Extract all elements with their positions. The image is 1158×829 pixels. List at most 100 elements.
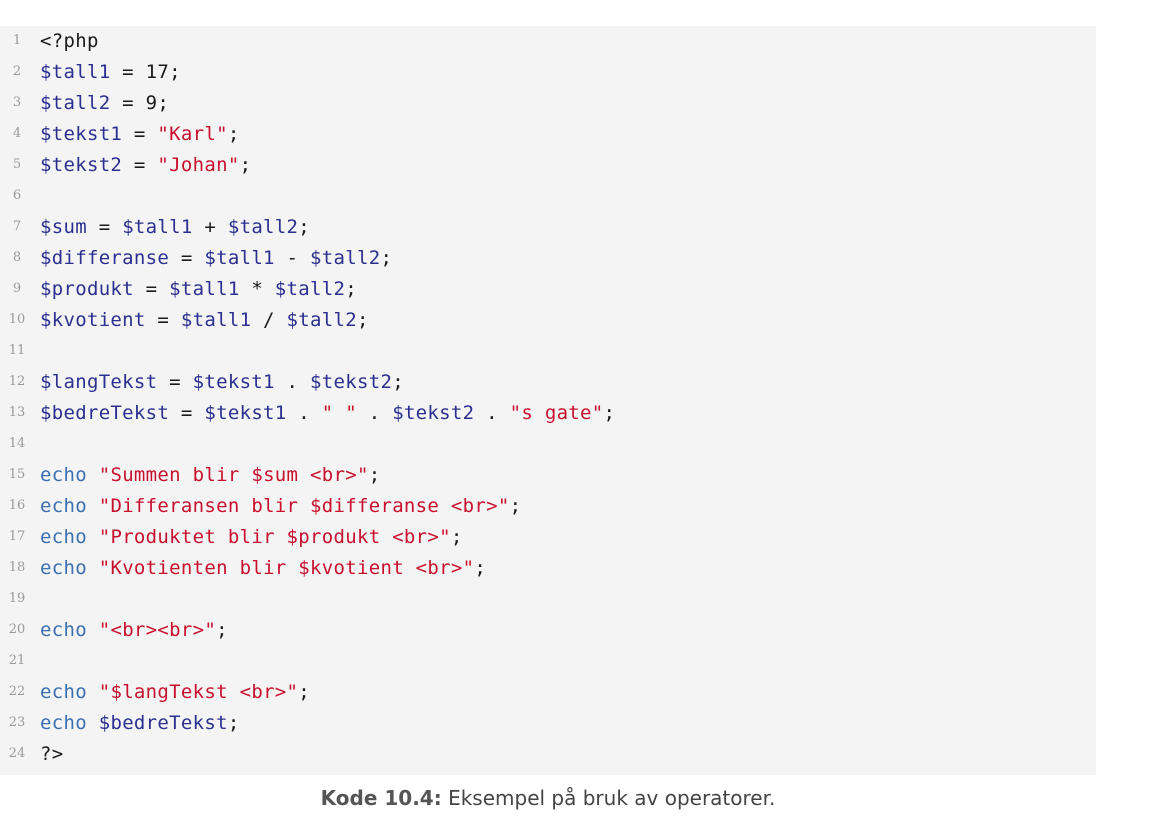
code-caption: Kode 10.4: Eksempel på bruk av operatore… (0, 786, 1096, 810)
code-line: 5 $tekst2 = "Johan"; (0, 150, 1096, 180)
code-token: $tekst1 (204, 402, 287, 424)
code-token: ; (450, 526, 463, 548)
code-token: $produkt (40, 278, 134, 300)
line-number: 15 (8, 467, 26, 482)
code-token: $tall1 (169, 278, 240, 300)
code-token: $bedreTekst (98, 712, 228, 734)
code-token: . (356, 402, 393, 424)
code-token: "$langTekst <br>" (98, 681, 299, 703)
line-number: 12 (8, 374, 26, 389)
code-token: echo (40, 557, 87, 579)
code-line: 7 $sum = $tall1 + $tall2; (0, 212, 1096, 242)
code-token: = (169, 402, 205, 424)
code-text: echo "Summen blir $sum <br>"; (40, 460, 380, 490)
line-number: 8 (12, 250, 22, 265)
code-line: 17 echo "Produktet blir $produkt <br>"; (0, 522, 1096, 552)
code-text: $kvotient = $tall1 / $tall2; (40, 305, 369, 335)
line-number: 17 (8, 529, 26, 544)
code-line: 10 $kvotient = $tall1 / $tall2; (0, 305, 1096, 335)
code-line: 13 $bedreTekst = $tekst1 . " " . $tekst2 … (0, 398, 1096, 428)
code-token: . (274, 371, 311, 393)
code-token: = (157, 371, 193, 393)
code-token: = (169, 247, 205, 269)
code-token: - (274, 247, 311, 269)
code-line: 6 (0, 181, 1096, 211)
code-listing: 1 <?php 2 $tall1 = 17; 3 $tall2 = 9; 4 $tekst1 … (0, 26, 1096, 775)
code-token: $tekst2 (310, 371, 393, 393)
code-token: = (122, 154, 158, 176)
code-line: 4 $tekst1 = "Karl"; (0, 119, 1096, 149)
code-token: $tall2 (310, 247, 381, 269)
code-text: echo "$langTekst <br>"; (40, 677, 310, 707)
code-text: echo "Kvotienten blir $kvotient <br>"; (40, 553, 486, 583)
code-token: echo (40, 464, 87, 486)
code-token: echo (40, 526, 87, 548)
code-text: echo $bedreTekst; (40, 708, 240, 738)
code-token: = 17; (110, 61, 181, 83)
code-token: ; (392, 371, 404, 393)
line-number: 1 (12, 33, 22, 48)
line-number: 13 (8, 405, 26, 420)
code-line: 16 echo "Differansen blir $differanse <br… (0, 491, 1096, 521)
code-line: 1 <?php (0, 26, 1096, 56)
code-line: 11 (0, 336, 1096, 366)
code-token: $tekst2 (40, 154, 123, 176)
code-text: $differanse = $tall1 - $tall2; (40, 243, 392, 273)
line-number: 6 (12, 188, 22, 203)
code-text: echo "<br><br>"; (40, 615, 228, 645)
code-token: "s gate" (509, 402, 604, 424)
code-token: ?> (40, 743, 64, 765)
code-line: 12 $langTekst = $tekst1 . $tekst2; (0, 367, 1096, 397)
line-number: 4 (12, 126, 22, 141)
code-token: $tall2 (274, 278, 346, 300)
code-token: $kvotient (40, 309, 146, 331)
code-line: 3 $tall2 = 9; (0, 88, 1096, 118)
code-token: "Differansen blir $differanse <br>" (98, 495, 510, 517)
code-token: = 9; (110, 92, 170, 114)
code-token: ; (509, 495, 522, 517)
code-token: ; (298, 216, 311, 238)
code-token: ; (345, 278, 357, 300)
code-token: " " (321, 402, 357, 424)
line-number: 16 (8, 498, 26, 513)
line-number: 18 (8, 560, 26, 575)
code-token: ; (603, 402, 616, 424)
line-number: 3 (12, 95, 22, 110)
code-token: ; (216, 619, 228, 641)
code-text: $tall1 = 17; (40, 57, 181, 87)
code-token: $sum (40, 216, 87, 238)
code-line: 2 $tall1 = 17; (0, 57, 1096, 87)
code-text: $tekst1 = "Karl"; (40, 119, 240, 149)
code-token: $tall1 (180, 309, 252, 331)
code-token: echo (40, 712, 87, 734)
code-token: $differanse (40, 247, 170, 269)
code-token: "<br><br>" (98, 619, 217, 641)
line-number: 2 (12, 64, 22, 79)
code-text: $tekst2 = "Johan"; (40, 150, 251, 180)
line-number: 20 (8, 622, 26, 637)
code-token: "Kvotienten blir $kvotient <br>" (98, 557, 475, 579)
code-line: 18 echo "Kvotienten blir $kvotient <br>"; (0, 553, 1096, 583)
code-token: . (474, 402, 510, 424)
code-line: 23 echo $bedreTekst; (0, 708, 1096, 738)
code-line: 22 echo "$langTekst <br>"; (0, 677, 1096, 707)
code-text: echo "Differansen blir $differanse <br>"… (40, 491, 521, 521)
code-token: $tall1 (40, 61, 111, 83)
code-line: 9 $produkt = $tall1 * $tall2; (0, 274, 1096, 304)
code-token: $tall2 (40, 92, 111, 114)
code-token: ; (239, 154, 252, 176)
code-token: echo (40, 619, 87, 641)
code-token: "Karl" (157, 123, 228, 145)
code-token: + (192, 216, 228, 238)
code-token: ; (356, 309, 369, 331)
line-number: 14 (8, 436, 26, 451)
caption-text: Eksempel på bruk av operatorer. (441, 786, 776, 810)
line-number: 19 (8, 591, 26, 606)
line-number: 11 (8, 343, 26, 358)
code-token: ; (227, 123, 240, 145)
